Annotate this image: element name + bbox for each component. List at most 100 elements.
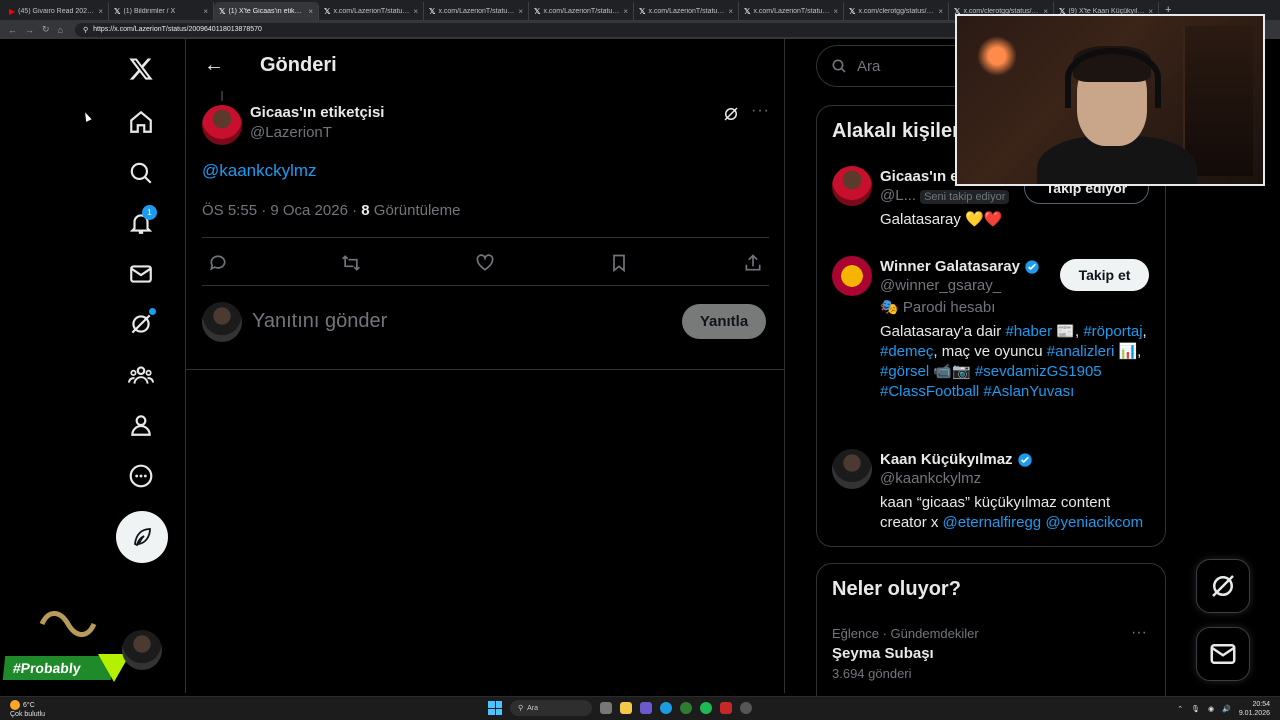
bio-link[interactable]: #haber — [1005, 323, 1052, 340]
browser-tab[interactable]: ▶(45) Givairo Read 2025 - Am× — [4, 2, 109, 20]
divider — [186, 369, 784, 370]
browser-tab[interactable]: 𝕏 (1) Bildirimler / X × — [109, 2, 214, 20]
browser-tab[interactable]: 𝕏x.com/LazerionT/status/2009× — [319, 2, 424, 20]
address-bar[interactable]: ⚲ https://x.com/LazerionT/status/2009640… — [74, 22, 975, 37]
x-logo-icon[interactable] — [116, 44, 166, 94]
nav-communities[interactable] — [116, 350, 166, 400]
reload-icon[interactable]: ↻ — [42, 24, 50, 35]
browser-tab[interactable]: 𝕏x.com/LazerionT/status/2009× — [634, 2, 739, 20]
messages-float-button[interactable] — [1196, 627, 1250, 681]
nav-notifications[interactable]: 1 — [116, 198, 166, 248]
bio-text: , — [1142, 323, 1147, 340]
close-tab-icon[interactable]: × — [98, 7, 103, 16]
x-icon: 𝕏 — [219, 6, 226, 16]
nav-grok[interactable] — [116, 299, 166, 349]
close-tab-icon[interactable]: × — [623, 7, 628, 16]
bio-link[interactable]: #görsel — [880, 363, 929, 380]
post-meta: ÖS 5:55 · 9 Oca 2026 · 8 Görüntüleme — [202, 202, 461, 219]
volume-icon[interactable]: 🔊 — [1222, 705, 1231, 713]
chevron-up-icon[interactable]: ⌃ — [1177, 705, 1183, 713]
author-name[interactable]: Gicaas'ın etiketçisi — [250, 104, 384, 121]
browser-tab[interactable]: 𝕏 (1) X'te Gicaas'ın etiketçisi × — [214, 2, 319, 20]
divider — [202, 285, 769, 286]
bio-link[interactable]: #sevdamizGS1905 — [975, 363, 1102, 380]
author-avatar[interactable] — [202, 105, 242, 145]
post-more-icon[interactable]: ··· — [751, 102, 770, 120]
trend-item[interactable]: Eğlence · Gündemdekiler Şeyma Subaşı 3.6… — [832, 626, 1152, 681]
windows-start-icon[interactable] — [488, 701, 502, 715]
trend-count: 3.694 gönderi — [832, 666, 912, 681]
weather-widget[interactable]: 6°C Çok bulutlu — [10, 700, 45, 719]
bio-link[interactable]: #AslanYuvası — [983, 383, 1074, 400]
related-avatar[interactable] — [832, 449, 872, 489]
wifi-icon[interactable]: ◉ — [1208, 705, 1214, 713]
task-view-icon[interactable] — [600, 702, 612, 714]
follow-button[interactable]: Takip et — [1060, 259, 1149, 291]
close-tab-icon[interactable]: × — [518, 7, 523, 16]
microphone-icon[interactable]: 🎙 — [1191, 705, 1200, 713]
weather-temp: 6°C — [23, 701, 35, 709]
home-icon[interactable]: ⌂ — [58, 25, 63, 35]
site-info-icon[interactable]: ⚲ — [83, 26, 88, 34]
close-tab-icon[interactable]: × — [203, 7, 208, 16]
spotify-icon[interactable] — [700, 702, 712, 714]
bio-link[interactable]: #röportaj — [1083, 323, 1142, 340]
related-name[interactable]: Kaan Küçükyılmaz — [880, 451, 1013, 468]
compose-post-button[interactable] — [116, 511, 168, 563]
chrome-icon[interactable] — [680, 702, 692, 714]
close-tab-icon[interactable]: × — [308, 7, 313, 16]
close-tab-icon[interactable]: × — [413, 7, 418, 16]
settings-icon[interactable] — [740, 702, 752, 714]
nav-more[interactable] — [116, 451, 166, 501]
back-arrow-icon[interactable]: ← — [188, 54, 240, 77]
close-tab-icon[interactable]: × — [728, 7, 733, 16]
like-action[interactable] — [473, 251, 497, 275]
nav-explore[interactable] — [116, 148, 166, 198]
related-name[interactable]: Winner Galatasaray — [880, 258, 1020, 275]
taskbar-search[interactable]: ⚲ Ara — [510, 700, 592, 716]
bio-link[interactable]: @eternalfiregg — [943, 514, 1042, 531]
share-action[interactable] — [741, 251, 765, 275]
trend-name: Şeyma Subaşı — [832, 645, 934, 662]
nav-messages[interactable] — [116, 249, 166, 299]
reply-input[interactable]: Yanıtını gönder — [252, 310, 387, 333]
post-text[interactable]: @kaankckylmz — [202, 161, 317, 181]
browser-tab[interactable]: 𝕏x.com/LazerionT/status/2009× — [424, 2, 529, 20]
back-nav-icon[interactable]: ← — [8, 25, 17, 35]
browser-tab[interactable]: 𝕏x.com/LazerionT/status/2009× — [529, 2, 634, 20]
bio-text: 📹📷 — [929, 363, 975, 380]
close-tab-icon[interactable]: × — [938, 7, 943, 16]
bio-link[interactable]: #demeç — [880, 343, 933, 360]
forward-nav-icon[interactable]: → — [25, 25, 34, 35]
browser-tab-label: (45) Givairo Read 2025 - Am — [18, 7, 96, 15]
heart-icon — [476, 254, 494, 271]
my-avatar — [202, 302, 242, 342]
browser-tab-label: x.com/LazerionT/status/2009 — [333, 7, 410, 15]
grok-float-button[interactable] — [1196, 559, 1250, 613]
trend-more-icon[interactable]: ··· — [1131, 624, 1147, 642]
close-tab-icon[interactable]: × — [833, 7, 838, 16]
author-handle[interactable]: @LazerionT — [250, 124, 384, 141]
nav-home[interactable] — [116, 97, 166, 147]
repost-action[interactable] — [339, 251, 363, 275]
nav-profile[interactable] — [116, 400, 166, 450]
reply-action[interactable] — [206, 251, 230, 275]
related-avatar[interactable] — [832, 256, 872, 296]
bio-link[interactable]: @yeniacikcom — [1045, 514, 1143, 531]
app-icon[interactable] — [720, 702, 732, 714]
related-avatar[interactable] — [832, 166, 872, 206]
browser-tab[interactable]: 𝕏x.com/clerotgg/status/2009 × — [844, 2, 949, 20]
left-navigation: 1 — [0, 39, 186, 693]
bookmark-action[interactable] — [607, 251, 631, 275]
edge-icon[interactable] — [660, 702, 672, 714]
bio-link[interactable]: #ClassFootball — [880, 383, 979, 400]
discord-icon[interactable] — [640, 702, 652, 714]
clock[interactable]: 20:54 9.01.2026 — [1239, 700, 1270, 718]
reply-button[interactable]: Yanıtla — [682, 304, 766, 339]
post-time[interactable]: ÖS 5:55 · 9 Oca 2026 · — [202, 202, 361, 219]
account-avatar[interactable] — [122, 630, 162, 670]
file-explorer-icon[interactable] — [620, 702, 632, 714]
browser-tab[interactable]: 𝕏x.com/LazerionT/status/2009× — [739, 2, 844, 20]
bio-link[interactable]: #analizleri — [1047, 343, 1115, 360]
grok-explain-icon[interactable] — [722, 105, 740, 123]
